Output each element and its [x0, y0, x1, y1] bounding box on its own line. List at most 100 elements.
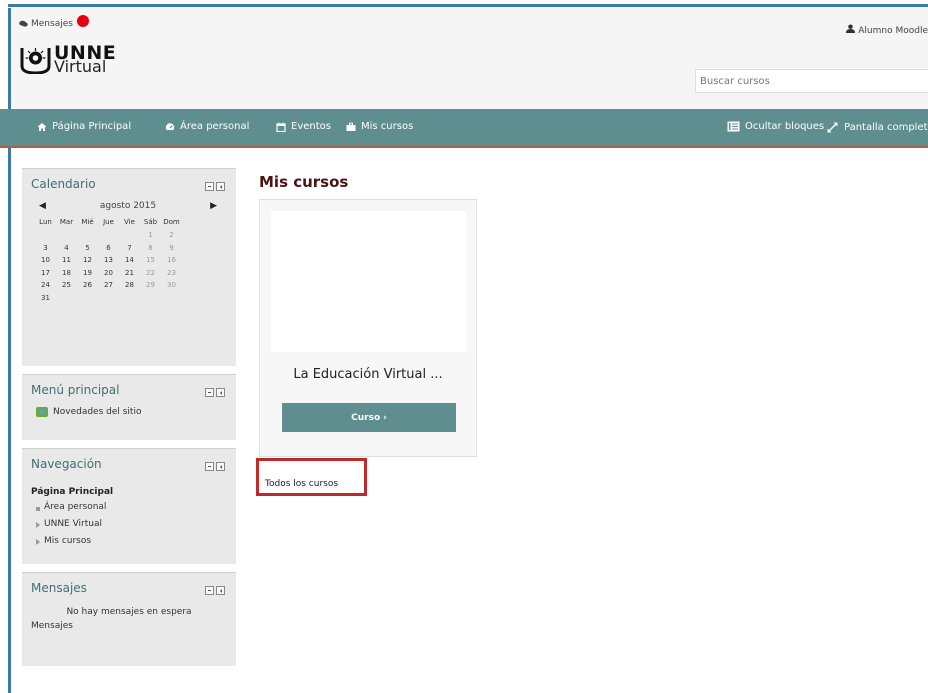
hide-blocks-icon: [727, 121, 740, 132]
nav-tree-item-label: Mis cursos: [44, 536, 92, 546]
calendar-day[interactable]: 26: [77, 279, 98, 292]
calendar-month[interactable]: agosto 2015: [100, 201, 156, 211]
dashboard-icon: [165, 122, 175, 132]
nav-tree-item-label: Área personal: [44, 502, 107, 512]
messages-page-link[interactable]: Mensajes: [31, 621, 227, 631]
calendar-header: ◀ agosto 2015 ▶: [39, 201, 217, 211]
calendar-day[interactable]: 1: [140, 229, 161, 242]
calendar-day[interactable]: 14: [119, 254, 140, 267]
calendar-day[interactable]: 15: [140, 254, 161, 267]
user-icon: [846, 24, 856, 33]
calendar-icon: [276, 122, 286, 132]
calendar-day[interactable]: 4: [56, 242, 77, 255]
nav-tree-root[interactable]: Página Principal: [31, 487, 227, 497]
calendar-day[interactable]: 9: [161, 242, 182, 255]
calendar-day[interactable]: 24: [35, 279, 56, 292]
minimize-block-icon[interactable]: [205, 388, 214, 397]
calendar-day[interactable]: 13: [98, 254, 119, 267]
calendar-day[interactable]: 23: [161, 267, 182, 280]
course-card: La Educación Virtual ... Curso ›: [259, 199, 477, 457]
sidebar: Calendario ◀ agosto 2015 ▶ Lun Mar Mié J…: [22, 168, 236, 674]
course-image[interactable]: [271, 211, 466, 352]
calendar-day[interactable]: 2: [161, 229, 182, 242]
nav-item-home[interactable]: Página Principal: [37, 121, 131, 132]
hide-blocks-label: Ocultar bloques: [745, 121, 825, 132]
site-news-link[interactable]: Novedades del sitio: [36, 407, 227, 417]
search-input[interactable]: Buscar cursos: [695, 69, 928, 93]
calendar-day[interactable]: 10: [35, 254, 56, 267]
dock-block-icon[interactable]: [216, 462, 225, 471]
minimize-block-icon[interactable]: [205, 182, 214, 191]
navigation-tree: Página Principal Área personal UNNE Virt…: [31, 487, 227, 550]
calendar-day[interactable]: 31: [35, 292, 56, 305]
all-courses-link[interactable]: Todos los cursos: [256, 458, 367, 496]
calendar-day[interactable]: 17: [35, 267, 56, 280]
open-course-label: Curso: [351, 412, 381, 423]
calendar-day: [35, 229, 56, 242]
nav-tree-item-unne-virtual[interactable]: UNNE Virtual: [36, 516, 227, 533]
hide-blocks-button[interactable]: Ocultar bloques: [727, 121, 824, 132]
calendar-day[interactable]: 18: [56, 267, 77, 280]
weekday-header: Jue: [103, 218, 114, 226]
calendar-day[interactable]: 11: [56, 254, 77, 267]
nav-item-my-courses[interactable]: Mis cursos: [346, 121, 413, 132]
nav-item-events[interactable]: Eventos: [276, 121, 331, 132]
messages-body: No hay mensajes en espera Mensajes: [31, 607, 227, 631]
calendar-day[interactable]: 19: [77, 267, 98, 280]
calendar-week-row: 3456789: [35, 242, 182, 255]
calendar-day[interactable]: 30: [161, 279, 182, 292]
calendar-day: [56, 292, 77, 305]
user-name: Alumno Moodle: [858, 26, 928, 36]
calendar-day[interactable]: 8: [140, 242, 161, 255]
dock-block-icon[interactable]: [216, 182, 225, 191]
calendar-day: [77, 292, 98, 305]
notification-badge: [76, 15, 89, 27]
expand-arrow-icon: [36, 538, 40, 545]
calendar-day[interactable]: 21: [119, 267, 140, 280]
calendar-day[interactable]: 6: [98, 242, 119, 255]
user-menu[interactable]: Alumno Moodle: [846, 24, 928, 36]
fullscreen-button[interactable]: Pantalla completa: [826, 121, 928, 134]
weekday-header: Dom: [163, 218, 180, 226]
previous-month-icon[interactable]: ◀: [39, 201, 46, 211]
calendar-day[interactable]: 20: [98, 267, 119, 280]
forum-icon: [36, 407, 48, 417]
dock-block-icon[interactable]: [216, 388, 225, 397]
calendar-day[interactable]: 28: [119, 279, 140, 292]
next-month-icon[interactable]: ▶: [210, 201, 217, 211]
nav-item-my-courses-label: Mis cursos: [361, 121, 414, 132]
calendar-day[interactable]: 27: [98, 279, 119, 292]
minimize-block-icon[interactable]: [205, 586, 214, 595]
calendar-day[interactable]: 22: [140, 267, 161, 280]
calendar-day[interactable]: 5: [77, 242, 98, 255]
block-controls: [205, 182, 225, 191]
site-logo[interactable]: UNNE Virtual: [20, 44, 116, 75]
calendar-day: [56, 229, 77, 242]
calendar-day[interactable]: 7: [119, 242, 140, 255]
dock-block-icon[interactable]: [216, 586, 225, 595]
calendar-week-row: 12: [35, 229, 182, 242]
page-title: Mis cursos: [259, 173, 349, 191]
nav-tree-item-my-courses[interactable]: Mis cursos: [36, 533, 227, 550]
calendar-day[interactable]: 3: [35, 242, 56, 255]
open-course-button[interactable]: Curso ›: [282, 403, 456, 432]
course-name[interactable]: La Educación Virtual ...: [260, 367, 476, 382]
expand-arrow-icon: [36, 521, 40, 528]
nav-tree-item-dashboard[interactable]: Área personal: [36, 499, 227, 516]
weekday-header: Mié: [81, 218, 94, 226]
block-title-main-menu: Menú principal: [31, 383, 120, 397]
messages-link[interactable]: Mensajes: [19, 15, 89, 29]
block-title-messages: Mensajes: [31, 581, 87, 595]
calendar-week-row: 24 25 26 27 28 29 30: [35, 279, 182, 292]
main-navbar: Página Principal Área personal Eventos M…: [0, 109, 928, 148]
block-controls: [205, 388, 225, 397]
calendar-day[interactable]: 12: [77, 254, 98, 267]
calendar-day[interactable]: 25: [56, 279, 77, 292]
calendar-day[interactable]: 16: [161, 254, 182, 267]
nav-item-dashboard[interactable]: Área personal: [165, 121, 249, 132]
calendar-day[interactable]: 29: [140, 279, 161, 292]
minimize-block-icon[interactable]: [205, 462, 214, 471]
no-messages-text: No hay mensajes en espera: [66, 607, 192, 617]
logo-emblem-icon: [20, 46, 51, 75]
calendar-day: [119, 229, 140, 242]
